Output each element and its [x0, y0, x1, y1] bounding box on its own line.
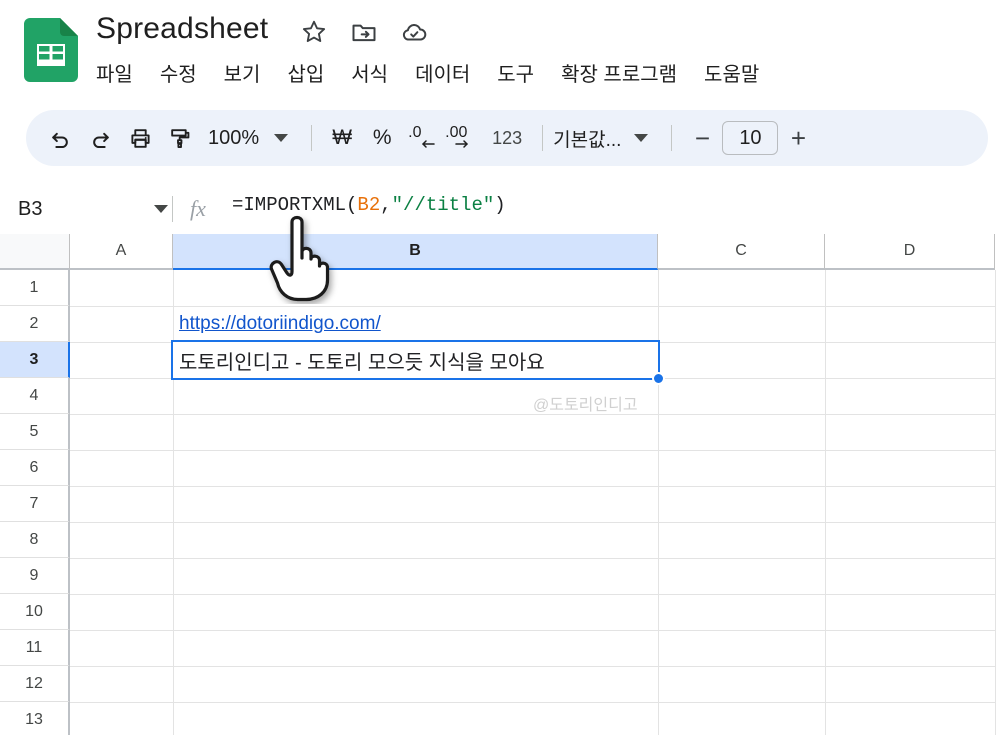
row-header-2[interactable]: 2: [0, 306, 70, 342]
font-chevron-down-icon[interactable]: [621, 118, 661, 158]
menu-item-tools[interactable]: 도구: [497, 58, 534, 87]
formula-bar-divider: [172, 196, 173, 222]
cell-b3-value: 도토리인디고 - 도토리 모으듯 지식을 모아요: [179, 351, 545, 374]
move-to-folder-icon[interactable]: [350, 18, 378, 46]
gridline-h: [70, 450, 995, 451]
zoom-level-value[interactable]: 100%: [200, 127, 261, 150]
font-size-input[interactable]: 10: [722, 121, 779, 155]
star-icon[interactable]: [300, 18, 328, 46]
increase-decimal-button[interactable]: .00: [442, 118, 482, 158]
gridline-h: [70, 666, 995, 667]
formula-cell-reference: B2: [357, 194, 381, 216]
gridline-h: [70, 486, 995, 487]
row-header-6[interactable]: 6: [0, 450, 70, 486]
row-header-7[interactable]: 7: [0, 486, 70, 522]
toolbar-divider-2: [542, 125, 544, 151]
toolbar-divider: [311, 125, 313, 151]
name-box[interactable]: B3: [18, 194, 168, 224]
row-header-3[interactable]: 3: [0, 342, 70, 378]
decrease-font-size-label: −: [694, 123, 711, 153]
currency-label: ₩: [332, 126, 353, 149]
formula-suffix: ): [494, 194, 506, 216]
row-header-12[interactable]: 12: [0, 666, 70, 702]
decrease-font-size-button[interactable]: −: [682, 118, 722, 158]
formula-input[interactable]: =IMPORTXML(B2,"//title"): [232, 194, 506, 216]
percent-label: %: [372, 126, 392, 149]
toolbar: 100% ₩ % .0 .00 123 기본값... − 10 +: [26, 110, 988, 166]
gridline-h: [70, 558, 995, 559]
cell-b2[interactable]: https://dotoriindigo.com/: [173, 306, 658, 342]
undo-icon[interactable]: [40, 118, 80, 158]
menu-item-help[interactable]: 도움말: [704, 58, 759, 87]
column-header-b[interactable]: B: [173, 234, 658, 270]
gridline-h: [70, 522, 995, 523]
row-header-1[interactable]: 1: [0, 270, 70, 306]
name-box-chevron-down-icon[interactable]: [154, 205, 168, 213]
watermark-text: @도토리인디고: [533, 397, 638, 414]
menu-item-insert[interactable]: 삽입: [287, 58, 324, 87]
gridline-h: [70, 594, 995, 595]
decrease-decimal-button[interactable]: .0: [402, 118, 442, 158]
menu-item-data[interactable]: 데이터: [415, 58, 470, 87]
number-format-label: 123: [492, 127, 523, 148]
menu-item-format[interactable]: 서식: [351, 58, 388, 87]
menu-bar: 파일 수정 보기 삽입 서식 데이터 도구 확장 프로그램 도움말: [96, 58, 759, 87]
row-header-4[interactable]: 4: [0, 378, 70, 414]
column-header-a[interactable]: A: [70, 234, 173, 270]
title-bar: Spreadsheet 파일 수정 보기 삽입 서식 데이터 도구 확장 프로그…: [0, 0, 1000, 100]
row-header-5[interactable]: 5: [0, 414, 70, 450]
row-header-9[interactable]: 9: [0, 558, 70, 594]
currency-format-button[interactable]: ₩: [322, 118, 362, 158]
document-title[interactable]: Spreadsheet: [96, 12, 268, 46]
row-header-13[interactable]: 13: [0, 702, 70, 735]
fill-handle[interactable]: [652, 372, 665, 385]
cell-b2-hyperlink[interactable]: https://dotoriindigo.com/: [179, 313, 381, 335]
title-action-icons: [300, 18, 428, 46]
google-sheets-logo-icon: [24, 18, 78, 82]
menu-item-edit[interactable]: 수정: [160, 58, 197, 87]
redo-icon[interactable]: [80, 118, 120, 158]
column-header-d[interactable]: D: [825, 234, 995, 270]
paint-format-icon[interactable]: [160, 118, 200, 158]
cell-b3[interactable]: 도토리인디고 - 도토리 모으듯 지식을 모아요: [171, 340, 660, 380]
increase-font-size-label: +: [790, 123, 807, 153]
formula-bar: B3 fx =IMPORTXML(B2,"//title"): [0, 182, 1000, 234]
zoom-chevron-down-icon[interactable]: [261, 118, 301, 158]
formula-prefix: =IMPORTXML(: [232, 194, 358, 216]
row-header-8[interactable]: 8: [0, 522, 70, 558]
number-format-button[interactable]: 123: [482, 118, 532, 158]
print-icon[interactable]: [120, 118, 160, 158]
select-all-corner[interactable]: [0, 234, 70, 270]
toolbar-divider-3: [671, 125, 673, 151]
formula-string-literal: "//title": [391, 194, 495, 216]
menu-item-file[interactable]: 파일: [96, 58, 133, 87]
formula-comma: ,: [380, 194, 392, 216]
menu-item-view[interactable]: 보기: [224, 58, 261, 87]
google-sheets-window: Spreadsheet 파일 수정 보기 삽입 서식 데이터 도구 확장 프로그…: [0, 0, 1000, 735]
row-header-10[interactable]: 10: [0, 594, 70, 630]
gridline-h: [70, 630, 995, 631]
percent-format-button[interactable]: %: [362, 118, 402, 158]
menu-item-extensions[interactable]: 확장 프로그램: [561, 58, 677, 87]
cloud-saved-icon[interactable]: [400, 18, 428, 46]
gridline-h: [70, 702, 995, 703]
name-box-value: B3: [18, 197, 43, 220]
gridline-v: [825, 270, 826, 735]
gridline-v: [995, 270, 996, 735]
increase-font-size-button[interactable]: +: [778, 118, 818, 158]
row-header-11[interactable]: 11: [0, 630, 70, 666]
font-family-value[interactable]: 기본값...: [553, 125, 621, 152]
spreadsheet-grid[interactable]: A B C D 1 2 3 4 5 6 7 8 9 10 11 12 13 ht…: [0, 234, 1000, 735]
column-header-c[interactable]: C: [658, 234, 825, 270]
fx-icon: fx: [190, 196, 206, 221]
